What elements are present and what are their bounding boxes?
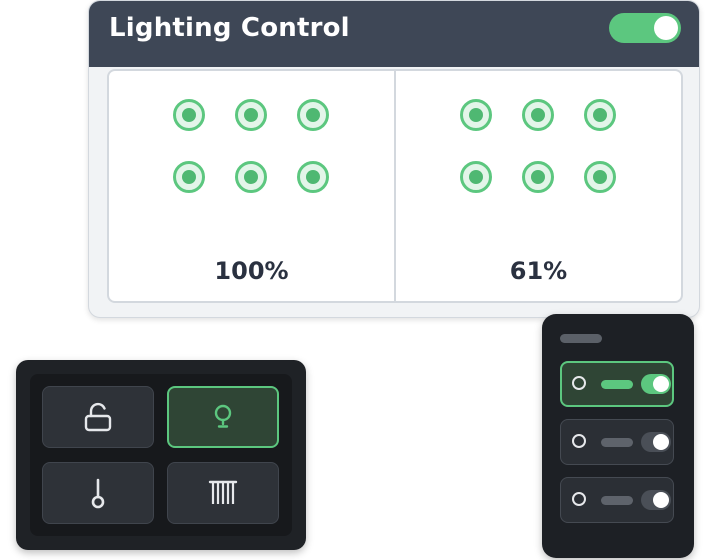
lighting-control-card: Lighting Control 100% 61% [88, 0, 700, 318]
scene-selector-panel [542, 314, 694, 558]
light-indicator[interactable] [584, 99, 616, 131]
scene-option-1[interactable] [560, 361, 674, 407]
light-indicator[interactable] [173, 99, 205, 131]
thermometer-icon [91, 478, 105, 509]
lightbulb-icon [214, 404, 232, 428]
lighting-zone-2[interactable]: 61% [394, 71, 681, 301]
zone-1-light-grid [173, 99, 329, 193]
scene-label-placeholder [601, 438, 633, 447]
lighting-header: Lighting Control [89, 1, 699, 67]
light-indicator[interactable] [235, 161, 267, 193]
radio-button[interactable] [572, 376, 586, 390]
toggle-knob [653, 376, 669, 392]
lock-tile-button[interactable] [42, 386, 154, 448]
scene-toggle[interactable] [641, 432, 671, 452]
unlocked-padlock-icon [84, 402, 112, 432]
scene-option-3[interactable] [560, 477, 674, 523]
scene-label-placeholder [601, 380, 633, 389]
light-indicator[interactable] [297, 161, 329, 193]
thermometer-tile-button[interactable] [42, 462, 154, 524]
stage: Lighting Control 100% 61% [0, 0, 716, 560]
scene-option-2[interactable] [560, 419, 674, 465]
light-indicator[interactable] [522, 161, 554, 193]
zone-2-level: 61% [509, 257, 568, 285]
light-indicator[interactable] [460, 161, 492, 193]
light-indicator[interactable] [173, 161, 205, 193]
zone-2-light-grid [460, 99, 616, 193]
radio-button[interactable] [572, 492, 586, 506]
light-indicator[interactable] [235, 99, 267, 131]
scene-toggle[interactable] [641, 374, 671, 394]
toggle-knob [653, 492, 669, 508]
light-indicator[interactable] [297, 99, 329, 131]
radiator-icon [208, 480, 238, 504]
light-indicator[interactable] [522, 99, 554, 131]
light-indicator[interactable] [460, 99, 492, 131]
toggle-knob [654, 16, 678, 40]
scene-label-placeholder [601, 496, 633, 505]
toggle-knob [653, 434, 669, 450]
light-tile-button[interactable] [167, 386, 279, 448]
radio-button[interactable] [572, 434, 586, 448]
light-indicator[interactable] [584, 161, 616, 193]
scene-panel-header-bar [560, 334, 602, 343]
scene-toggle[interactable] [641, 490, 671, 510]
radiator-tile-button[interactable] [167, 462, 279, 524]
lighting-zones: 100% 61% [107, 69, 683, 303]
lighting-master-toggle[interactable] [609, 13, 681, 43]
lighting-title: Lighting Control [109, 13, 350, 43]
zone-1-level: 100% [214, 257, 289, 285]
quick-control-grid [30, 374, 292, 536]
lighting-zone-1[interactable]: 100% [109, 71, 394, 301]
quick-control-panel [16, 360, 306, 550]
